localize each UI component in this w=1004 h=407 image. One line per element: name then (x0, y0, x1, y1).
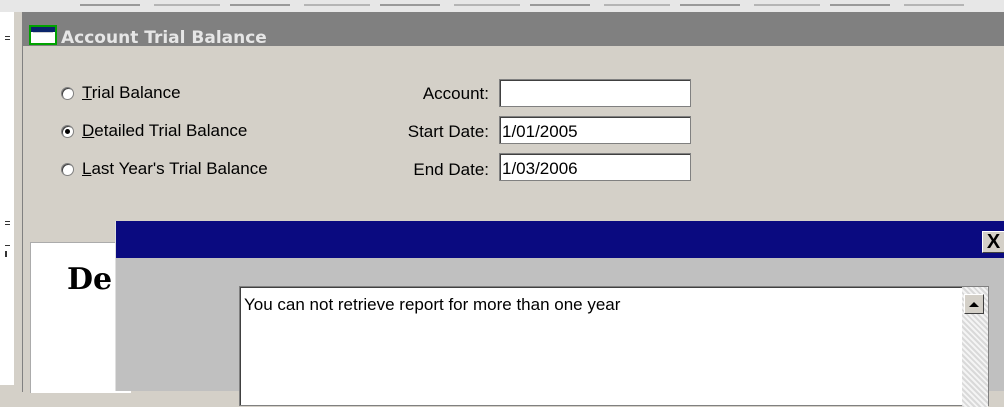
start-date-label: Start Date: (407, 122, 489, 141)
account-field[interactable] (499, 79, 691, 107)
message-text: You can not retrieve report for more tha… (244, 295, 621, 314)
radio-label: Last Year's Trial Balance (82, 159, 268, 178)
message-textbox[interactable]: You can not retrieve report for more tha… (239, 286, 989, 407)
radio-button-icon[interactable] (61, 124, 74, 138)
window-title: Account Trial Balance (61, 28, 267, 48)
gutter-mark (5, 39, 10, 40)
close-button[interactable]: X (982, 231, 1004, 253)
background-window-strip (0, 0, 1004, 12)
gutter-mark (5, 251, 7, 257)
radio-trial-balance[interactable]: Trial Balance (61, 82, 181, 104)
report-heading: De (67, 262, 113, 297)
radio-label: Detailed Trial Balance (82, 121, 248, 140)
end-date-field[interactable] (499, 153, 691, 181)
gutter-mark (5, 36, 10, 37)
start-date-field[interactable] (499, 116, 691, 144)
radio-button-icon[interactable] (61, 162, 74, 176)
radio-detailed-trial-balance[interactable]: Detailed Trial Balance (61, 120, 247, 142)
arrow-up-icon (969, 301, 979, 307)
gutter-mark (5, 221, 10, 222)
radio-label: Trial Balance (82, 83, 181, 102)
left-gutter (0, 12, 14, 385)
vertical-scrollbar[interactable] (962, 287, 988, 407)
account-label: Account: (422, 84, 489, 103)
dialog-titlebar[interactable]: X (116, 221, 1004, 258)
radio-last-years-trial-balance[interactable]: Last Year's Trial Balance (61, 158, 268, 180)
radio-button-icon[interactable] (61, 86, 74, 100)
gutter-mark (5, 224, 10, 225)
end-date-label: End Date: (413, 160, 489, 179)
message-dialog: X You can not retrieve report for more t… (115, 221, 1004, 407)
window-icon (29, 25, 57, 45)
gutter-mark (5, 245, 10, 246)
window-titlebar[interactable]: Account Trial Balance (23, 12, 1004, 48)
scroll-up-button[interactable] (964, 294, 984, 314)
